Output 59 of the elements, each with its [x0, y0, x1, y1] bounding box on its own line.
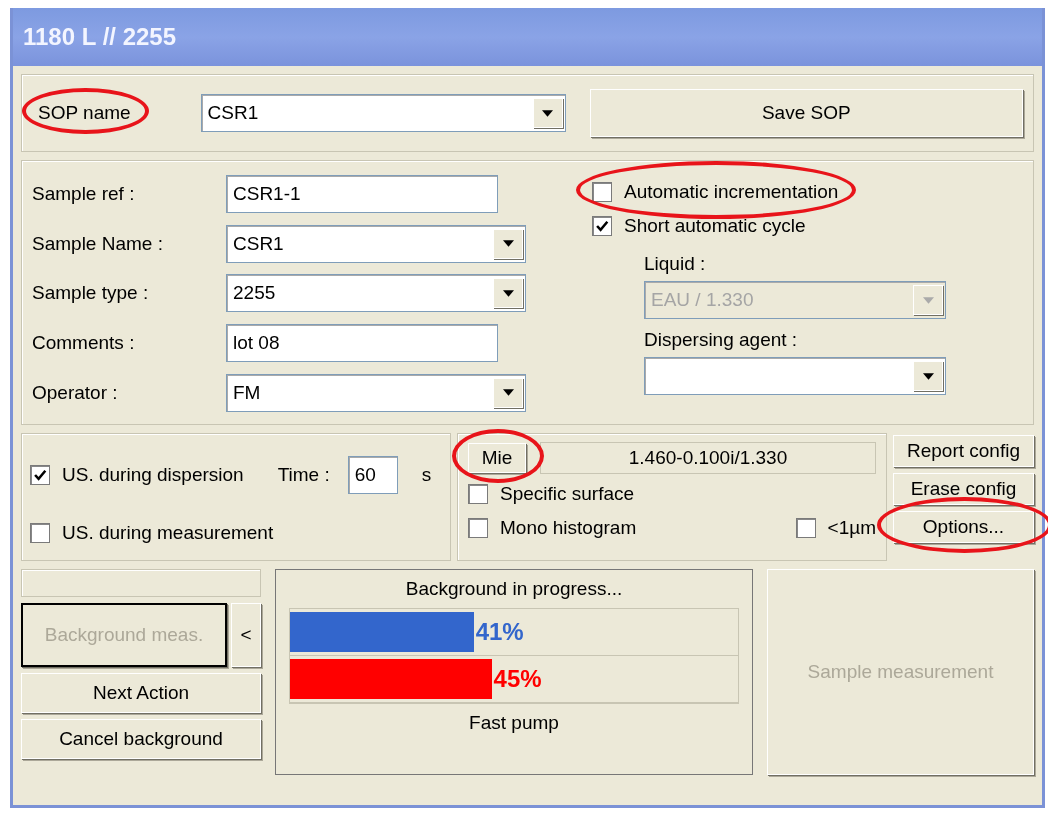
checkbox[interactable] [468, 484, 488, 504]
checkbox[interactable] [795, 518, 816, 538]
unit-label: s [421, 464, 432, 486]
combo-field[interactable]: CSR1 [226, 224, 526, 263]
progress-reading: 41% [475, 618, 524, 646]
progress-title: Background in progress... [405, 578, 623, 600]
config-button[interactable]: Erase config [893, 473, 1034, 505]
check-icon [33, 468, 47, 482]
dropdown-button[interactable] [493, 278, 523, 309]
checkbox[interactable] [468, 518, 488, 538]
field-label: Sample Name : [32, 232, 164, 255]
dropdown-button[interactable] [493, 377, 523, 408]
caret-icon [502, 240, 514, 248]
save-button[interactable]: Save SOP [589, 89, 1023, 137]
caret-icon [922, 372, 934, 380]
model-button[interactable]: Mie [468, 443, 526, 473]
window-title: 1180 L // 2255 [23, 23, 177, 51]
field-label: Dispersing agent : [644, 329, 799, 351]
config-button[interactable]: Options... [893, 511, 1034, 543]
action-button[interactable]: Next Action [21, 673, 261, 713]
checkbox[interactable] [30, 465, 50, 485]
checkbox[interactable] [592, 182, 612, 202]
caret-icon [922, 296, 934, 304]
check-icon [595, 219, 609, 233]
progress-reading: 45% [493, 665, 542, 693]
checkbox-label: Automatic incrementation [624, 181, 839, 203]
field-label: Time : [277, 464, 330, 486]
checkbox-label: Short automatic cycle [624, 215, 806, 237]
input-field[interactable]: 60 [347, 456, 398, 494]
refractive-index-display: 1.460-0.100i/1.330 [540, 442, 876, 474]
sop-combo[interactable]: CSR1 [200, 94, 566, 132]
config-button[interactable]: Report config [893, 435, 1034, 467]
checkbox-label: US. during dispersion [62, 464, 244, 486]
checkbox-label: <1µm [827, 517, 876, 539]
collapse-button[interactable]: < [231, 603, 261, 667]
checkbox-label: US. during measurement [62, 522, 274, 544]
caret-icon [542, 109, 554, 117]
caret-icon [502, 389, 514, 397]
action-button[interactable]: Cancel background [21, 719, 261, 759]
checkbox[interactable] [592, 216, 612, 236]
checkbox[interactable] [30, 523, 50, 543]
field-label: Operator : [32, 381, 119, 404]
field-label: Liquid : [644, 253, 707, 275]
field-label: Sample type : [32, 282, 150, 305]
field-label: Comments : [32, 332, 136, 355]
input-field[interactable]: CSR1-1 [226, 175, 498, 214]
checkbox-label: Specific surface [500, 483, 635, 505]
combo-field[interactable] [644, 357, 946, 395]
field-label: SOP name [38, 102, 131, 124]
combo-field[interactable]: FM [226, 373, 526, 412]
input-field[interactable]: lot 08 [226, 324, 498, 363]
progress-status: Fast pump [469, 712, 559, 734]
field-label: Sample ref : [32, 183, 136, 206]
dropdown-button[interactable] [913, 361, 943, 391]
dropdown-button[interactable] [532, 98, 563, 128]
combo-field[interactable]: 2255 [226, 274, 526, 313]
dropdown-button[interactable] [493, 228, 523, 259]
caret-icon [502, 290, 514, 297]
checkbox-label: Mono histogram [500, 517, 637, 539]
